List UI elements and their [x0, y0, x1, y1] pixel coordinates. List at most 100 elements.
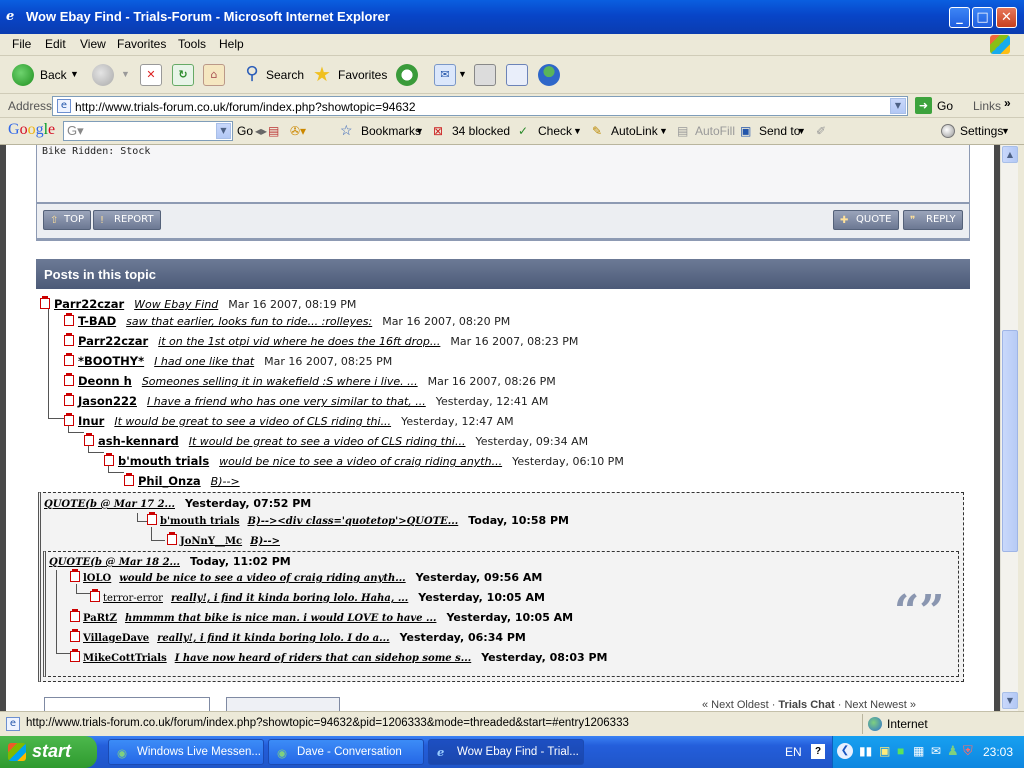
post-subject[interactable]: It would be great to see a video of CLS … [114, 415, 391, 428]
blocked-count[interactable]: 34 blocked [452, 124, 510, 138]
minimize-button[interactable]: _ [949, 7, 970, 28]
language-indicator[interactable]: EN [785, 745, 802, 759]
post-subject[interactable]: hmmmm that bike is nice man. i would LOV… [125, 613, 436, 624]
news-icon[interactable]: ◂▸ [255, 124, 267, 138]
post-subject[interactable]: Someones selling it in wakefield :S wher… [142, 375, 418, 388]
post-subject[interactable]: I have a friend who has one very similar… [147, 395, 426, 408]
search-button[interactable]: Search [266, 68, 304, 82]
menu-edit[interactable]: Edit [45, 37, 66, 51]
popup-icon[interactable]: ✇▾ [290, 124, 306, 138]
autolink-button[interactable]: AutoLink [611, 124, 658, 138]
post-author[interactable]: lOLO [83, 573, 111, 584]
messenger-tray-icon[interactable]: ♟ [947, 743, 959, 759]
bookmarks-dropdown-icon[interactable]: ▼ [415, 126, 424, 136]
post-subject[interactable]: would be nice to see a video of craig ri… [119, 573, 405, 584]
tray-app-icon[interactable]: ▦ [913, 744, 924, 758]
post-author[interactable]: Inur [78, 414, 104, 428]
menu-file[interactable]: File [12, 37, 31, 51]
list-item[interactable]: Parr22czar Wow Ebay Find Mar 16 2007, 08:1… [40, 296, 356, 313]
settings-dropdown-icon[interactable]: ▼ [1001, 126, 1010, 136]
sendto-button[interactable]: Send to [759, 124, 800, 138]
close-button[interactable]: ✕ [996, 7, 1017, 28]
favorites-star-icon[interactable]: ★ [311, 64, 333, 86]
links-chevron-icon[interactable]: » [1004, 96, 1011, 110]
list-item[interactable]: Inur It would be great to see a video of … [64, 413, 514, 430]
post-subject[interactable]: B)--> [211, 475, 240, 488]
post-subject[interactable]: really!, i find it kinda boring lolo. I … [157, 633, 389, 644]
post-subject[interactable]: it on the 1st otpi vid where he does the… [158, 335, 440, 348]
scroll-down-icon[interactable]: ▼ [1002, 692, 1018, 709]
edit-icon[interactable] [506, 64, 528, 86]
network-icon[interactable]: ▮▮ [859, 744, 872, 758]
tray-app-icon[interactable]: ■ [897, 744, 904, 758]
task-ie-window[interactable]: e Wow Ebay Find - Trial... [428, 739, 584, 765]
scroll-thumb[interactable] [1002, 330, 1018, 552]
favorites-button[interactable]: Favorites [338, 68, 387, 82]
history-icon[interactable] [396, 64, 418, 86]
spellcheck-icon[interactable]: ✓ [518, 124, 528, 138]
go-arrow-icon[interactable]: ➜ [915, 97, 932, 114]
post-subject[interactable]: saw that earlier, looks fun to ride... :… [126, 315, 372, 328]
task-conversation[interactable]: ◉ Dave - Conversation [268, 739, 424, 765]
search-icon[interactable]: ⚲ [241, 64, 263, 86]
post-author[interactable]: b'mouth trials [160, 516, 240, 527]
list-item[interactable]: Jason222 I have a friend who has one very… [64, 393, 548, 410]
scroll-up-icon[interactable]: ▲ [1002, 146, 1018, 163]
start-button[interactable]: start [0, 736, 97, 768]
forward-icon[interactable] [92, 64, 114, 86]
back-button[interactable]: Back [40, 68, 67, 82]
refresh-icon[interactable]: ↻ [172, 64, 194, 86]
list-item[interactable]: T-BAD saw that earlier, looks fun to ride… [64, 313, 510, 330]
post-subject[interactable]: B)--> [250, 536, 280, 547]
forward-dropdown-icon[interactable]: ▼ [121, 69, 130, 79]
quote-button[interactable]: ✚ QUOTE [833, 210, 899, 230]
bookmarks-button[interactable]: Bookmarks [361, 124, 421, 138]
list-item[interactable]: Parr22czar it on the 1st otpi vid where h… [64, 333, 578, 350]
google-go-button[interactable]: Go [237, 124, 253, 138]
go-button[interactable]: Go [937, 99, 953, 113]
stop-icon[interactable]: ✕ [140, 64, 162, 86]
post-subject[interactable]: B)--><div class='quotetop'>QUOTE... [248, 516, 459, 527]
vertical-scrollbar[interactable]: ▲ ▼ [1000, 145, 1018, 711]
sendto-dropdown-icon[interactable]: ▼ [797, 126, 806, 136]
list-item[interactable]: terror-error really!, i find it kinda bor… [90, 589, 545, 604]
maximize-button[interactable]: □ [972, 7, 993, 28]
next-oldest-link[interactable]: « Next Oldest [702, 699, 769, 711]
quote-source[interactable]: QUOTE(b @ Mar 18 2... [49, 557, 180, 568]
help-icon[interactable]: ? [811, 744, 825, 759]
tray-app-icon[interactable]: ✉ [931, 744, 941, 758]
reply-button[interactable]: ❞ REPLY [903, 210, 963, 230]
post-subject[interactable]: Wow Ebay Find [134, 298, 218, 311]
list-item[interactable]: VillageDave really!, i find it kinda bori… [70, 629, 526, 644]
google-search-input[interactable]: G▾ ▼ [63, 121, 233, 141]
post-author[interactable]: terror-error [103, 593, 163, 604]
post-author[interactable]: Parr22czar [78, 334, 148, 348]
list-item[interactable]: ash-kennard It would be great to see a vi… [84, 433, 588, 450]
post-author[interactable]: Phil_Onza [138, 474, 201, 488]
check-button[interactable]: Check [538, 124, 572, 138]
list-item[interactable]: *BOOTHY* I had one like that Mar 16 2007, … [64, 353, 392, 370]
settings-icon[interactable] [941, 124, 955, 138]
check-dropdown-icon[interactable]: ▼ [573, 126, 582, 136]
menu-tools[interactable]: Tools [178, 37, 206, 51]
post-subject[interactable]: would be nice to see a video of craig ri… [219, 455, 502, 468]
quote-source[interactable]: QUOTE(b @ Mar 17 2... [44, 499, 175, 510]
list-item[interactable]: JoNnY__Mc B)--> [167, 532, 280, 547]
list-item[interactable]: PaRtZ hmmmm that bike is nice man. i woul… [70, 609, 573, 624]
post-subject[interactable]: really!, i find it kinda boring lolo. Ha… [171, 593, 408, 604]
task-messenger[interactable]: ◉ Windows Live Messen... [108, 739, 264, 765]
print-icon[interactable] [474, 64, 496, 86]
messenger-icon[interactable] [538, 64, 560, 86]
list-item[interactable]: MikeCottTrials I have now heard of riders… [70, 649, 607, 664]
bookmarks-star-icon[interactable]: ☆ [340, 122, 353, 139]
back-dropdown-icon[interactable]: ▼ [70, 69, 79, 79]
pagerank-icon[interactable]: ▤ [268, 124, 279, 138]
list-item[interactable]: b'mouth trials B)--><div class='quotetop'… [147, 512, 569, 527]
home-icon[interactable]: ⌂ [203, 64, 225, 86]
mail-icon[interactable]: ✉ [434, 64, 456, 86]
tray-expand-icon[interactable]: ❮ [837, 743, 853, 759]
settings-button[interactable]: Settings [960, 124, 1003, 138]
list-item[interactable]: lOLO would be nice to see a video of crai… [70, 569, 542, 584]
menu-view[interactable]: View [80, 37, 106, 51]
post-author[interactable]: Parr22czar [54, 297, 124, 311]
